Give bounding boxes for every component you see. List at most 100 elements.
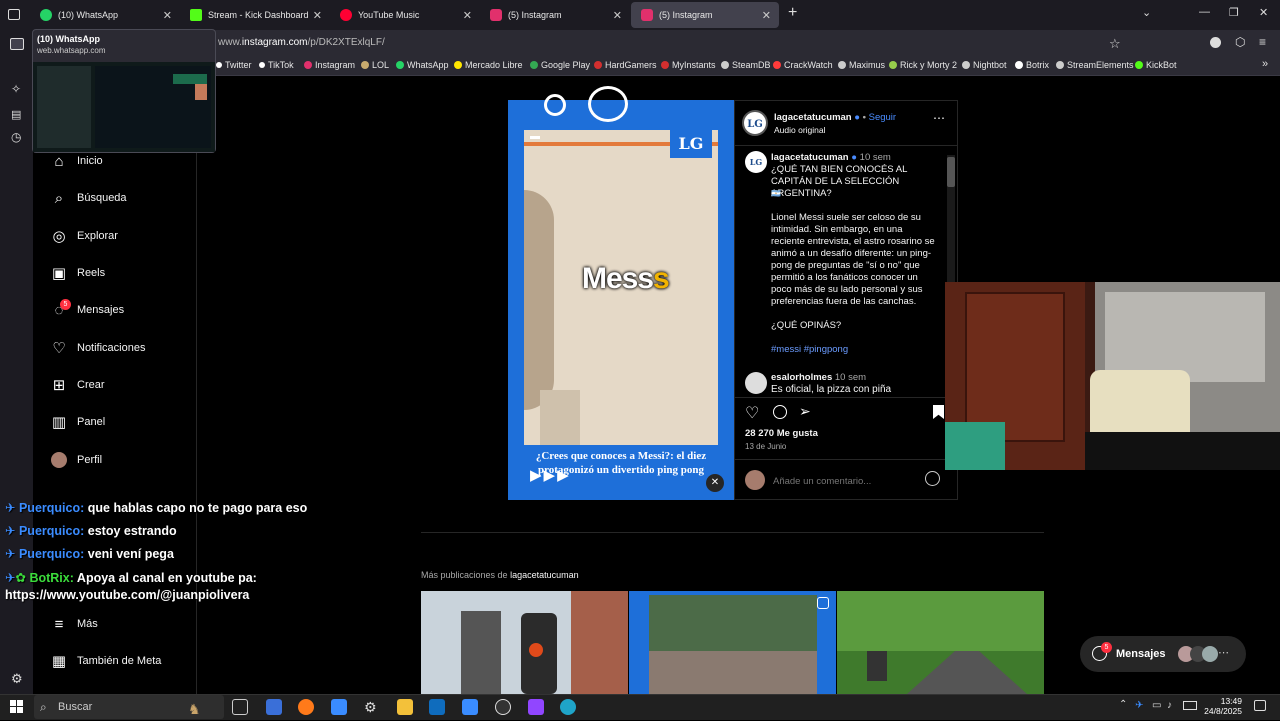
extension-icon[interactable]: [1210, 37, 1221, 48]
tab-youtube-music[interactable]: YouTube Music ✕: [330, 2, 480, 28]
outlook-icon[interactable]: [429, 699, 445, 715]
close-icon[interactable]: ✕: [313, 9, 322, 22]
tray-chevron-icon[interactable]: ⌃: [1119, 699, 1127, 710]
author-avatar[interactable]: LG: [742, 110, 768, 136]
close-icon[interactable]: ✕: [613, 9, 622, 22]
bookmark-kickbot[interactable]: KickBot: [1135, 60, 1177, 70]
task-view-icon[interactable]: [232, 699, 248, 715]
streaming-app-icon[interactable]: [528, 699, 544, 715]
settings-gear-icon[interactable]: ⚙: [364, 699, 380, 715]
close-icon[interactable]: ✕: [463, 9, 472, 22]
maximize-icon[interactable]: ❐: [1229, 6, 1239, 19]
myinstants-icon: [661, 61, 669, 69]
history-icon[interactable]: ◷: [11, 130, 21, 144]
bookmark-rick-y-morty[interactable]: Rick y Morty 2: [889, 60, 957, 70]
url-bar[interactable]: www.instagram.com/p/DK2XTExlqLF/: [218, 37, 385, 48]
messages-pill-button[interactable]: 5 Mensajes ⋯: [1080, 636, 1246, 672]
likes-count[interactable]: 28 270 Me gusta: [745, 428, 818, 440]
caption-hashtags[interactable]: #messi #pingpong: [771, 344, 848, 356]
more-posts-author[interactable]: lagacetatucuman: [510, 570, 579, 580]
sidebar-toggle-icon[interactable]: [10, 38, 24, 50]
bookmark-mercado-libre[interactable]: Mercado Libre: [454, 60, 523, 70]
more-post-thumbnail[interactable]: [837, 591, 1044, 694]
like-heart-icon[interactable]: ♡: [745, 403, 759, 423]
bookmark-google-play[interactable]: Google Play: [530, 60, 590, 70]
volume-icon[interactable]: ♪: [1167, 700, 1172, 711]
app-window-icon[interactable]: [462, 699, 478, 715]
nav-reels[interactable]: ▣ Reels: [50, 264, 105, 282]
nav-perfil[interactable]: Perfil: [50, 451, 102, 469]
emoji-icon[interactable]: [925, 471, 940, 486]
edge-icon[interactable]: [560, 699, 576, 715]
bookmark-myinstants[interactable]: MyInstants: [661, 60, 716, 70]
nav-busqueda[interactable]: ⌕ Búsqueda: [50, 189, 127, 207]
bookmark-whatsapp[interactable]: WhatsApp: [396, 60, 449, 70]
notifications-icon[interactable]: [1254, 700, 1266, 711]
nav-inicio[interactable]: ⌂ Inicio: [50, 152, 102, 170]
mute-icon[interactable]: ✕: [706, 474, 724, 492]
close-icon[interactable]: ✕: [762, 9, 771, 22]
more-options-icon[interactable]: ⋯: [933, 111, 945, 125]
ai-sparkle-icon[interactable]: ✧: [11, 82, 21, 96]
post-author[interactable]: lagacetatucuman: [774, 112, 852, 123]
bookmarks-overflow-icon[interactable]: »: [1262, 58, 1268, 70]
add-comment-input[interactable]: [773, 473, 923, 489]
store-icon[interactable]: [331, 699, 347, 715]
bookmark-maximus[interactable]: Maximus: [838, 60, 885, 70]
window-close-icon[interactable]: ✕: [1259, 6, 1268, 19]
bookmark-twitter[interactable]: Twitter: [216, 60, 252, 70]
menu-icon[interactable]: ≡: [1259, 35, 1266, 49]
new-tab-icon[interactable]: +: [788, 4, 797, 22]
copilot-icon[interactable]: [266, 699, 282, 715]
nav-explorar[interactable]: ◎ Explorar: [50, 227, 118, 245]
synced-tabs-icon[interactable]: ▤: [11, 108, 21, 121]
post-media-video[interactable]: ¿Crees que conoces a Messi?: el diez pro…: [508, 86, 734, 500]
tab-list-icon[interactable]: [8, 9, 20, 20]
caption-avatar[interactable]: LG: [745, 151, 767, 173]
comment-author[interactable]: esalorholmes: [771, 372, 832, 383]
bookmark-crackwatch[interactable]: CrackWatch: [773, 60, 833, 70]
chevron-down-icon[interactable]: ⌄: [1142, 6, 1151, 19]
network-icon[interactable]: ▭: [1152, 700, 1161, 711]
nav-panel[interactable]: ▥ Panel: [50, 413, 105, 431]
comment-bubble-icon[interactable]: [773, 405, 787, 419]
bookmark-tiktok[interactable]: TikTok: [259, 60, 294, 70]
minimize-icon[interactable]: —: [1199, 6, 1210, 18]
tray-app-icon[interactable]: ✈: [1135, 700, 1143, 711]
tab-instagram-2[interactable]: (5) Instagram ✕: [631, 2, 779, 28]
bookmark-instagram[interactable]: Instagram: [304, 60, 355, 70]
bookmark-botrix[interactable]: Botrix: [1015, 60, 1049, 70]
tab-kick-dashboard[interactable]: Stream - Kick Dashboard ✕: [180, 2, 330, 28]
settings-gear-icon[interactable]: ⚙: [11, 671, 23, 687]
taskbar-search-box[interactable]: ⌕ Buscar ♞: [34, 695, 224, 719]
tab-whatsapp[interactable]: (10) WhatsApp ✕: [30, 2, 180, 28]
caption-author[interactable]: lagacetatucuman: [771, 152, 849, 163]
taskbar-clock[interactable]: 13:49 24/8/2025: [1198, 696, 1242, 716]
audio-label[interactable]: Audio original: [774, 124, 826, 136]
commenter-avatar[interactable]: [745, 372, 767, 394]
more-post-thumbnail[interactable]: [421, 591, 628, 694]
firefox-icon[interactable]: [298, 699, 314, 715]
file-explorer-icon[interactable]: [397, 699, 413, 715]
bookmark-star-icon[interactable]: ☆: [1109, 36, 1121, 52]
nav-tambien-de-meta[interactable]: ▦ También de Meta: [50, 652, 161, 670]
more-post-thumbnail[interactable]: [629, 591, 836, 694]
bookmark-steamdb[interactable]: SteamDB: [721, 60, 771, 70]
bookmark-streamelements[interactable]: StreamElements: [1056, 60, 1134, 70]
windows-start-icon[interactable]: [10, 700, 23, 713]
share-send-icon[interactable]: ➢: [799, 403, 811, 420]
save-bookmark-icon[interactable]: [933, 405, 944, 419]
extensions-puzzle-icon[interactable]: ⬡: [1235, 35, 1245, 49]
keyboard-icon[interactable]: [1183, 701, 1197, 710]
nav-crear[interactable]: ⊞ Crear: [50, 376, 105, 394]
obs-icon[interactable]: [495, 699, 511, 715]
tab-instagram-1[interactable]: (5) Instagram ✕: [480, 2, 630, 28]
follow-button[interactable]: Seguir: [869, 112, 896, 123]
nav-notificaciones[interactable]: ♡ Notificaciones: [50, 339, 145, 357]
close-icon[interactable]: ✕: [163, 9, 172, 22]
nav-mas[interactable]: ≡ Más: [50, 615, 98, 633]
bookmark-hardgamers[interactable]: HardGamers: [594, 60, 657, 70]
bookmark-nightbot[interactable]: Nightbot: [962, 60, 1007, 70]
bookmark-lol[interactable]: LOL: [361, 60, 389, 70]
crackwatch-icon: [773, 61, 781, 69]
